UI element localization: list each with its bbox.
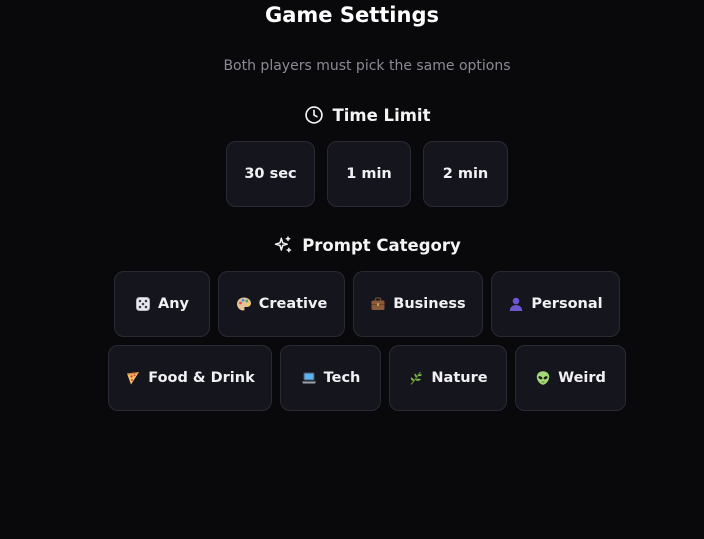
time-option-label: 30 sec [244,166,297,182]
pizza-icon [125,370,141,386]
time-option-1-min[interactable]: 1 min [327,141,411,207]
category-option-label: Business [393,296,466,312]
category-option-personal[interactable]: Personal [491,271,620,337]
time-limit-heading-label: Time Limit [332,105,431,125]
prompt-category-heading: Prompt Category [0,233,704,257]
game-settings-page: Game Settings Both players must pick the… [0,0,704,539]
category-option-label: Any [158,296,189,312]
time-option-2-min[interactable]: 2 min [423,141,508,207]
herb-icon [408,370,424,386]
briefcase-icon [370,296,386,312]
page-subtitle: Both players must pick the same options [223,58,511,74]
time-option-label: 2 min [442,166,489,182]
category-option-business[interactable]: Business [353,271,483,337]
clock-icon [304,105,324,125]
time-limit-heading: Time Limit [0,103,704,127]
laptop-icon [301,370,317,386]
category-option-label: Tech [323,370,361,386]
page-title: Game Settings [265,3,439,27]
category-option-creative[interactable]: Creative [218,271,345,337]
time-option-label: 1 min [346,166,392,182]
category-option-label: Personal [531,296,603,312]
category-option-nature[interactable]: Nature [389,345,507,411]
category-option-label: Weird [558,370,606,386]
palette-icon [236,296,252,312]
dice-icon [135,296,151,312]
alien-icon [535,370,551,386]
category-option-label: Food & Drink [148,370,255,386]
category-option-label: Nature [431,370,488,386]
category-option-food-drink[interactable]: Food & Drink [108,345,272,411]
time-option-30-sec[interactable]: 30 sec [226,141,315,207]
category-option-any[interactable]: Any [114,271,210,337]
person-icon [508,296,524,312]
category-option-tech[interactable]: Tech [280,345,381,411]
category-option-weird[interactable]: Weird [515,345,626,411]
category-option-label: Creative [258,296,328,312]
prompt-category-heading-label: Prompt Category [302,235,461,255]
sparkles-icon [273,235,293,255]
